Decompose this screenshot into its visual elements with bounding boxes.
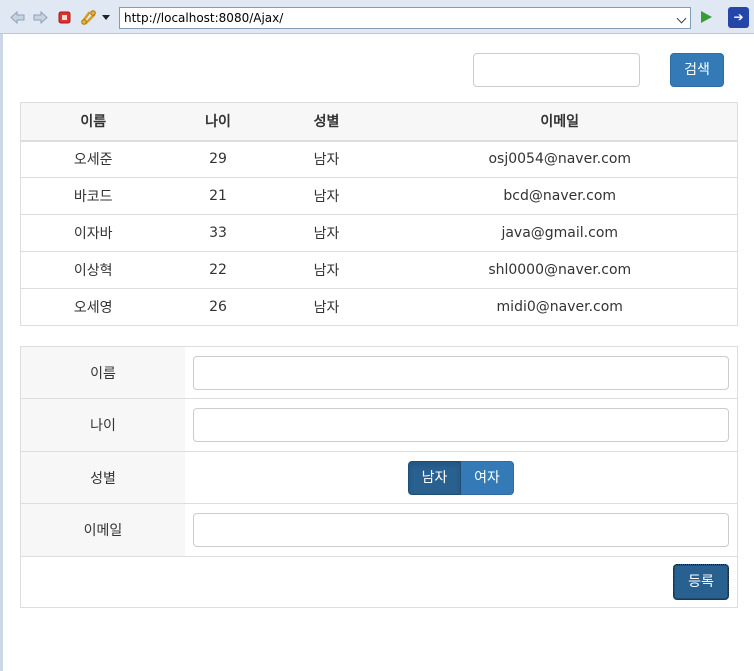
header-gender: 성별 [270,102,383,142]
window-edge [0,34,3,671]
browser-toolbar: http://localhost:8080/Ajax/ ➔ [0,0,754,34]
email-input[interactable] [193,513,729,547]
cell-age: 33 [165,214,271,252]
name-label: 이름 [20,346,185,399]
address-bar[interactable]: http://localhost:8080/Ajax/ [119,7,691,29]
submit-button[interactable]: 등록 [673,564,729,600]
cell-age: 21 [165,177,271,215]
cell-email: bcd@naver.com [382,177,738,215]
cell-gender: 남자 [270,251,383,289]
refresh-icon[interactable] [80,9,97,26]
age-label: 나이 [20,398,185,452]
cell-email: java@gmail.com [382,214,738,252]
gender-label: 성별 [20,451,185,504]
age-input[interactable] [193,408,729,442]
cell-name: 이상혁 [20,251,166,289]
table-header-row: 이름 나이 성별 이메일 [20,102,738,142]
cell-gender: 남자 [270,288,383,326]
cell-name: 오세영 [20,288,166,326]
name-input[interactable] [193,355,729,390]
header-age: 나이 [165,102,271,142]
cell-name: 이자바 [20,214,166,252]
table-row[interactable]: 오세영 26 남자 midi0@naver.com [20,288,738,326]
gender-female-button[interactable]: 여자 [461,460,514,495]
cell-name: 바코드 [20,177,166,215]
stop-icon[interactable] [56,9,73,26]
cell-gender: 남자 [270,214,383,252]
member-table: 이름 나이 성별 이메일 오세준 29 남자 osj0054@naver.com… [20,102,738,326]
cell-email: midi0@naver.com [382,288,738,326]
cell-gender: 남자 [270,177,383,215]
table-row[interactable]: 이상혁 22 남자 shl0000@naver.com [20,251,738,289]
cell-age: 29 [165,140,271,178]
gender-male-button[interactable]: 남자 [408,460,461,495]
address-url: http://localhost:8080/Ajax/ [124,11,284,25]
go-play-icon[interactable] [701,11,712,23]
email-label: 이메일 [20,503,185,557]
history-dropdown-icon[interactable] [102,15,110,20]
search-input[interactable] [473,53,640,87]
forward-arrow-icon[interactable] [32,9,49,26]
header-name: 이름 [20,102,166,142]
cell-email: osj0054@naver.com [382,140,738,178]
back-arrow-icon[interactable] [9,9,26,26]
member-form: 이름 나이 성별 남자 여자 이메일 등록 [20,346,738,608]
extension-icon[interactable]: ➔ [728,7,749,28]
cell-gender: 남자 [270,140,383,178]
header-email: 이메일 [382,102,738,142]
search-button[interactable]: 검색 [670,53,724,87]
gender-toggle-group: 남자 여자 [193,460,729,495]
table-row[interactable]: 바코드 21 남자 bcd@naver.com [20,177,738,215]
table-row[interactable]: 이자바 33 남자 java@gmail.com [20,214,738,252]
cell-age: 26 [165,288,271,326]
chevron-down-icon[interactable] [676,13,687,24]
cell-email: shl0000@naver.com [382,251,738,289]
cell-age: 22 [165,251,271,289]
table-row[interactable]: 오세준 29 남자 osj0054@naver.com [20,140,738,178]
cell-name: 오세준 [20,140,166,178]
